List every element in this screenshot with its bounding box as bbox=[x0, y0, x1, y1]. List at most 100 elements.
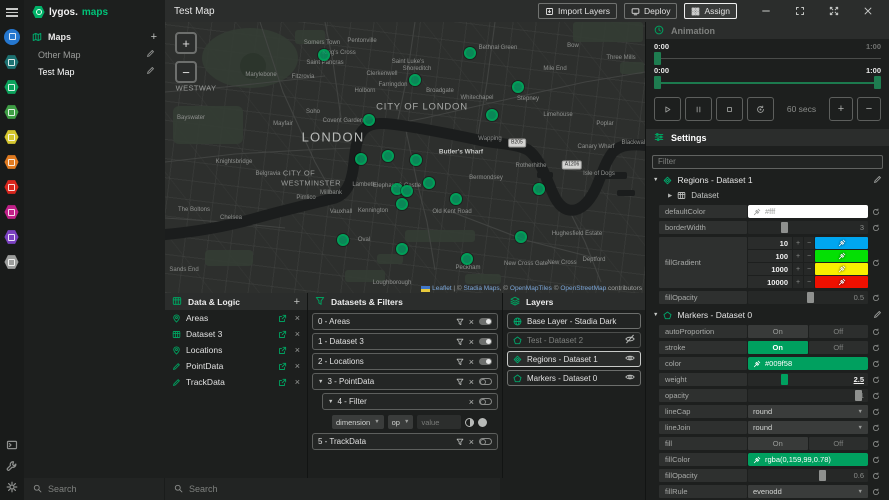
data-item-trackdata[interactable]: TrackData× bbox=[165, 374, 307, 390]
remove-icon[interactable]: × bbox=[469, 337, 474, 347]
visibility-toggle[interactable] bbox=[479, 438, 492, 445]
eyedropper-icon[interactable] bbox=[753, 456, 761, 464]
fillOpacity-slider[interactable]: 0.5 bbox=[748, 291, 868, 304]
open-external-icon[interactable] bbox=[278, 362, 287, 371]
maps-app-icon[interactable] bbox=[4, 29, 20, 45]
fill-on-button[interactable]: On bbox=[748, 437, 808, 450]
gradient-stop-color[interactable] bbox=[815, 237, 868, 249]
map-marker-4[interactable] bbox=[486, 109, 498, 121]
filter-icon[interactable] bbox=[456, 358, 464, 366]
increase-button[interactable]: + bbox=[793, 276, 803, 288]
decrease-button[interactable]: − bbox=[804, 263, 814, 275]
edit-pencil-icon[interactable] bbox=[146, 66, 155, 77]
minimize-button[interactable] bbox=[749, 6, 783, 16]
map-item-test-map[interactable]: Test Map bbox=[24, 63, 165, 80]
gradient-stop-color[interactable] bbox=[815, 250, 868, 262]
gradient-stop-value[interactable]: 10000 bbox=[748, 276, 792, 288]
eyedropper-icon[interactable] bbox=[753, 360, 761, 368]
reset-icon[interactable] bbox=[868, 437, 883, 450]
map-marker-9[interactable] bbox=[423, 177, 435, 189]
decrease-button[interactable]: − bbox=[804, 250, 814, 262]
timeline-slider-2[interactable] bbox=[654, 76, 881, 90]
open-external-icon[interactable] bbox=[278, 378, 287, 387]
fillColor-input[interactable]: rgba(0,159,99,0.78) bbox=[748, 453, 868, 466]
app-yellow-icon[interactable] bbox=[4, 130, 19, 145]
lineJoin-select[interactable]: round▼ bbox=[748, 421, 868, 434]
reset-icon[interactable] bbox=[868, 485, 883, 498]
map-item-other-map[interactable]: Other Map bbox=[24, 46, 165, 63]
open-external-icon[interactable] bbox=[278, 346, 287, 355]
layer-settings-header-markers-dataset-0[interactable]: ▼Markers - Dataset 0 bbox=[646, 308, 889, 322]
remove-icon[interactable]: × bbox=[295, 329, 300, 339]
expand-button[interactable] bbox=[817, 6, 851, 16]
filter-icon[interactable] bbox=[456, 438, 464, 446]
stadia-link[interactable]: Stadia Maps bbox=[464, 285, 500, 292]
stop-button[interactable] bbox=[716, 97, 743, 121]
fullscreen-button[interactable] bbox=[783, 6, 817, 16]
reset-icon[interactable] bbox=[868, 221, 883, 234]
map-marker-11[interactable] bbox=[401, 185, 413, 197]
zoom-in-button[interactable]: + bbox=[175, 32, 197, 54]
filter-icon[interactable] bbox=[456, 338, 464, 346]
fillRule-select[interactable]: evenodd▼ bbox=[748, 485, 868, 498]
app-gray-icon[interactable] bbox=[4, 255, 19, 270]
timeline1-handle[interactable] bbox=[654, 52, 661, 65]
timeline-slider-1[interactable] bbox=[654, 52, 881, 66]
reset-icon[interactable] bbox=[868, 469, 883, 482]
dimension-select[interactable]: dimension▼ bbox=[332, 415, 384, 429]
map-marker-12[interactable] bbox=[396, 198, 408, 210]
collapse-caret-icon[interactable]: ▼ bbox=[653, 177, 658, 183]
op-select[interactable]: op▼ bbox=[388, 415, 414, 429]
reset-icon[interactable] bbox=[868, 389, 883, 402]
remove-icon[interactable]: × bbox=[295, 361, 300, 371]
collapse-caret-icon[interactable]: ▼ bbox=[653, 312, 658, 318]
gradient-stop-color[interactable] bbox=[815, 263, 868, 275]
map-marker-13[interactable] bbox=[450, 193, 462, 205]
dataset-subheader[interactable]: ▶Dataset bbox=[668, 189, 889, 202]
open-external-icon[interactable] bbox=[278, 314, 287, 323]
eye-off-icon[interactable] bbox=[625, 334, 635, 346]
remove-icon[interactable]: × bbox=[295, 313, 300, 323]
layer-row-base-layer-stadia-dark[interactable]: Base Layer - Stadia Dark bbox=[507, 313, 641, 329]
app-green-icon[interactable] bbox=[4, 80, 19, 95]
dataset-row-5-trackdata[interactable]: 5 - TrackData× bbox=[312, 433, 498, 450]
map-marker-8[interactable] bbox=[410, 154, 422, 166]
eye-icon[interactable] bbox=[625, 372, 635, 384]
openmaptiles-link[interactable]: OpenMapTiles bbox=[510, 285, 552, 292]
remove-icon[interactable]: × bbox=[295, 377, 300, 387]
data-search-input[interactable] bbox=[189, 484, 491, 494]
reset-icon[interactable] bbox=[868, 325, 883, 338]
add-data-button[interactable]: + bbox=[294, 296, 300, 308]
increase-button[interactable]: + bbox=[793, 237, 803, 249]
open-external-icon[interactable] bbox=[278, 330, 287, 339]
autoProportion-off-button[interactable]: Off bbox=[809, 325, 869, 338]
edit-layer-icon[interactable] bbox=[873, 310, 882, 321]
lineCap-select[interactable]: round▼ bbox=[748, 405, 868, 418]
edit-layer-icon[interactable] bbox=[873, 175, 882, 186]
app-red-icon[interactable] bbox=[4, 180, 19, 195]
app-orange-icon[interactable] bbox=[4, 155, 19, 170]
full-circle-toggle-icon[interactable] bbox=[478, 418, 487, 427]
data-item-locations[interactable]: Locations× bbox=[165, 342, 307, 358]
collapse-caret-icon[interactable]: ▼ bbox=[328, 399, 333, 405]
reset-icon[interactable] bbox=[868, 205, 883, 218]
data-item-areas[interactable]: Areas× bbox=[165, 310, 307, 326]
filter-value-input[interactable] bbox=[417, 415, 461, 429]
import-layers-button[interactable]: Import Layers bbox=[538, 3, 617, 19]
play-button[interactable] bbox=[654, 97, 681, 121]
fillOpacity-slider[interactable]: 0.6 bbox=[748, 469, 868, 482]
gradient-stop-value[interactable]: 1000 bbox=[748, 263, 792, 275]
half-circle-toggle-icon[interactable] bbox=[465, 418, 474, 427]
visibility-toggle[interactable] bbox=[479, 318, 492, 325]
filter-icon[interactable] bbox=[456, 318, 464, 326]
visibility-toggle[interactable] bbox=[479, 378, 492, 385]
loop-button[interactable] bbox=[747, 97, 774, 121]
visibility-toggle[interactable] bbox=[479, 358, 492, 365]
stroke-on-button[interactable]: On bbox=[748, 341, 808, 354]
decrease-button[interactable]: − bbox=[804, 276, 814, 288]
reset-icon[interactable] bbox=[868, 373, 883, 386]
dataset-row-2-locations[interactable]: 2 - Locations× bbox=[312, 353, 498, 370]
remove-icon[interactable]: × bbox=[469, 437, 474, 447]
weight-slider[interactable]: 2.5 bbox=[748, 373, 868, 386]
layer-row-markers-dataset-0[interactable]: Markers - Dataset 0 bbox=[507, 370, 641, 386]
